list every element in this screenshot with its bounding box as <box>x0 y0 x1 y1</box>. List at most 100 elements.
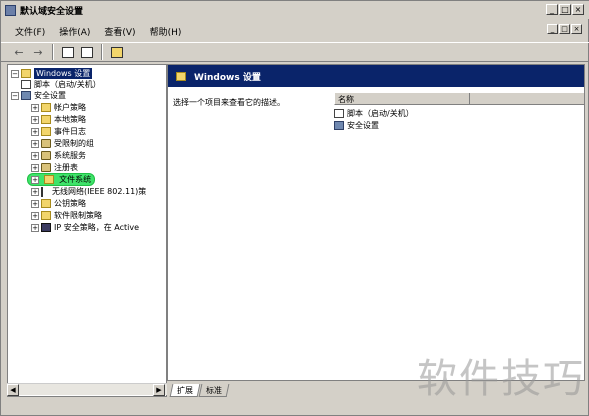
scroll-right-icon[interactable]: ▶ <box>153 384 165 396</box>
tree-item-label: 系统服务 <box>54 151 86 160</box>
tree-horizontal-scrollbar[interactable]: ◀ ▶ <box>7 383 167 396</box>
toolbar-separator <box>52 44 54 60</box>
details-pane: Windows 设置 选择一个项目来查看它的描述。 名称 脚本（启动/关机） 安… <box>167 64 585 381</box>
export-list-icon[interactable] <box>79 44 95 60</box>
tree-item-label: 脚本（启动/关机） <box>34 80 101 89</box>
folder-icon <box>41 115 51 124</box>
help-icon[interactable] <box>109 44 125 60</box>
details-header-title: Windows 设置 <box>194 72 261 83</box>
folder-icon <box>41 211 51 220</box>
expand-icon[interactable]: + <box>31 199 39 208</box>
file-system-highlight: + 文件系统 <box>27 173 96 186</box>
tab-extended[interactable]: 扩展 <box>169 384 201 397</box>
tree-item-account-policies[interactable]: + 帐户策略 <box>31 102 86 113</box>
tree-item-wireless-network[interactable]: + 无线网络(IEEE 802.11)策 <box>31 186 146 197</box>
antenna-icon <box>41 186 49 197</box>
tab-label: 标准 <box>206 385 223 395</box>
column-divider[interactable] <box>469 93 470 105</box>
list-item-label: 安全设置 <box>347 120 379 130</box>
menu-view[interactable]: 查看(V) <box>104 25 135 38</box>
script-icon <box>334 108 344 118</box>
tree-item-label: 本地策略 <box>54 115 86 124</box>
tree-item-label: 无线网络(IEEE 802.11)策 <box>52 187 147 196</box>
toolbar: ← → <box>1 42 589 62</box>
expand-icon[interactable]: + <box>31 211 39 220</box>
column-name-label: 名称 <box>338 95 354 104</box>
child-maximize-button[interactable]: □ <box>559 24 570 34</box>
tree-item-label: 帐户策略 <box>54 103 86 112</box>
description-text: 选择一个项目来查看它的描述。 <box>173 98 285 107</box>
folder-open-icon <box>176 71 186 81</box>
script-icon <box>21 80 31 89</box>
tree-item-windows-settings[interactable]: − Windows 设置 <box>11 68 93 79</box>
back-arrow-icon[interactable]: ← <box>11 44 27 60</box>
collapse-icon[interactable]: − <box>11 91 19 100</box>
tree-item-security-settings[interactable]: − 安全设置 <box>11 90 66 101</box>
expand-icon[interactable]: + <box>31 139 39 148</box>
expand-icon[interactable]: + <box>31 151 39 160</box>
console-tree[interactable]: − Windows 设置 脚本（启动/关机） − 安全设置 + 帐户策略 + 本… <box>7 64 167 397</box>
child-close-button[interactable]: × <box>571 24 582 34</box>
tree-item-system-services[interactable]: + 系统服务 <box>31 150 86 161</box>
expand-icon[interactable]: + <box>31 176 39 184</box>
expand-icon[interactable]: + <box>31 127 39 136</box>
system-services-icon <box>41 151 51 160</box>
tree-item-public-key-policies[interactable]: + 公钥策略 <box>31 198 86 209</box>
expand-icon[interactable]: + <box>31 103 39 112</box>
tab-label: 扩展 <box>177 385 194 395</box>
child-window-controls: _ □ × <box>547 24 582 34</box>
tree-item-label: IP 安全策略，在 Active <box>54 223 140 232</box>
tree-item-registry[interactable]: + 注册表 <box>31 162 78 173</box>
list-item-label: 脚本（启动/关机） <box>347 108 414 118</box>
folder-icon <box>43 175 54 184</box>
window-title: 默认域安全设置 <box>20 6 84 17</box>
toolbar-separator-2 <box>101 44 103 60</box>
show-hide-tree-icon[interactable] <box>60 44 76 60</box>
watermark-text: 软件技巧 <box>417 356 585 402</box>
forward-arrow-icon[interactable]: → <box>30 44 46 60</box>
details-header: Windows 设置 <box>168 65 584 87</box>
menu-file[interactable]: 文件(F) <box>15 25 45 38</box>
column-header-name[interactable]: 名称 <box>334 92 584 105</box>
mmc-window: 默认域安全设置 _ □ × 文件(F) 操作(A) 查看(V) 帮助(H) _ … <box>0 0 589 416</box>
folder-icon <box>41 127 51 136</box>
minimize-button[interactable]: _ <box>546 4 558 15</box>
close-button[interactable]: × <box>572 4 584 15</box>
tree-item-label: 公钥策略 <box>54 199 86 208</box>
list-item-security-settings[interactable]: 安全设置 <box>334 119 379 131</box>
list-item-scripts[interactable]: 脚本（启动/关机） <box>334 107 414 119</box>
tree-item-label: 受限制的组 <box>54 139 94 148</box>
menu-bar: 文件(F) 操作(A) 查看(V) 帮助(H) <box>1 23 589 40</box>
tree-item-ip-security[interactable]: + IP 安全策略，在 Active <box>31 222 139 233</box>
expand-icon[interactable]: + <box>31 163 39 172</box>
expand-icon[interactable]: + <box>31 115 39 124</box>
tree-item-software-restriction[interactable]: + 软件限制策略 <box>31 210 102 221</box>
tree-item-scripts[interactable]: 脚本（启动/关机） <box>21 79 101 90</box>
window-controls: _ □ × <box>546 4 584 15</box>
expand-icon[interactable]: + <box>31 223 39 232</box>
registry-icon <box>41 163 51 172</box>
ip-security-icon <box>41 223 51 232</box>
title-bar: 默认域安全设置 _ □ × <box>1 1 589 19</box>
tab-standard[interactable]: 标准 <box>198 384 230 397</box>
menu-action[interactable]: 操作(A) <box>59 25 90 38</box>
child-minimize-button[interactable]: _ <box>547 24 558 34</box>
view-tabs: 扩展 标准 <box>169 383 230 397</box>
maximize-button[interactable]: □ <box>559 4 571 15</box>
tree-item-event-log[interactable]: + 事件日志 <box>31 126 86 137</box>
app-icon <box>5 4 16 16</box>
tree-item-label: 事件日志 <box>54 127 86 136</box>
tree-item-file-system[interactable]: + 文件系统 <box>27 173 96 186</box>
expand-icon[interactable]: + <box>31 187 39 196</box>
scroll-left-icon[interactable]: ◀ <box>7 384 19 396</box>
tree-item-label: 软件限制策略 <box>54 211 102 220</box>
tree-item-local-policies[interactable]: + 本地策略 <box>31 114 86 125</box>
tree-item-restricted-groups[interactable]: + 受限制的组 <box>31 138 94 149</box>
tree-item-label: Windows 设置 <box>34 68 93 79</box>
collapse-icon[interactable]: − <box>11 69 19 78</box>
folder-icon <box>41 199 51 208</box>
folder-icon <box>41 103 51 112</box>
tree-item-label: 注册表 <box>54 163 78 172</box>
security-settings-icon <box>334 120 344 130</box>
menu-help[interactable]: 帮助(H) <box>150 25 182 38</box>
